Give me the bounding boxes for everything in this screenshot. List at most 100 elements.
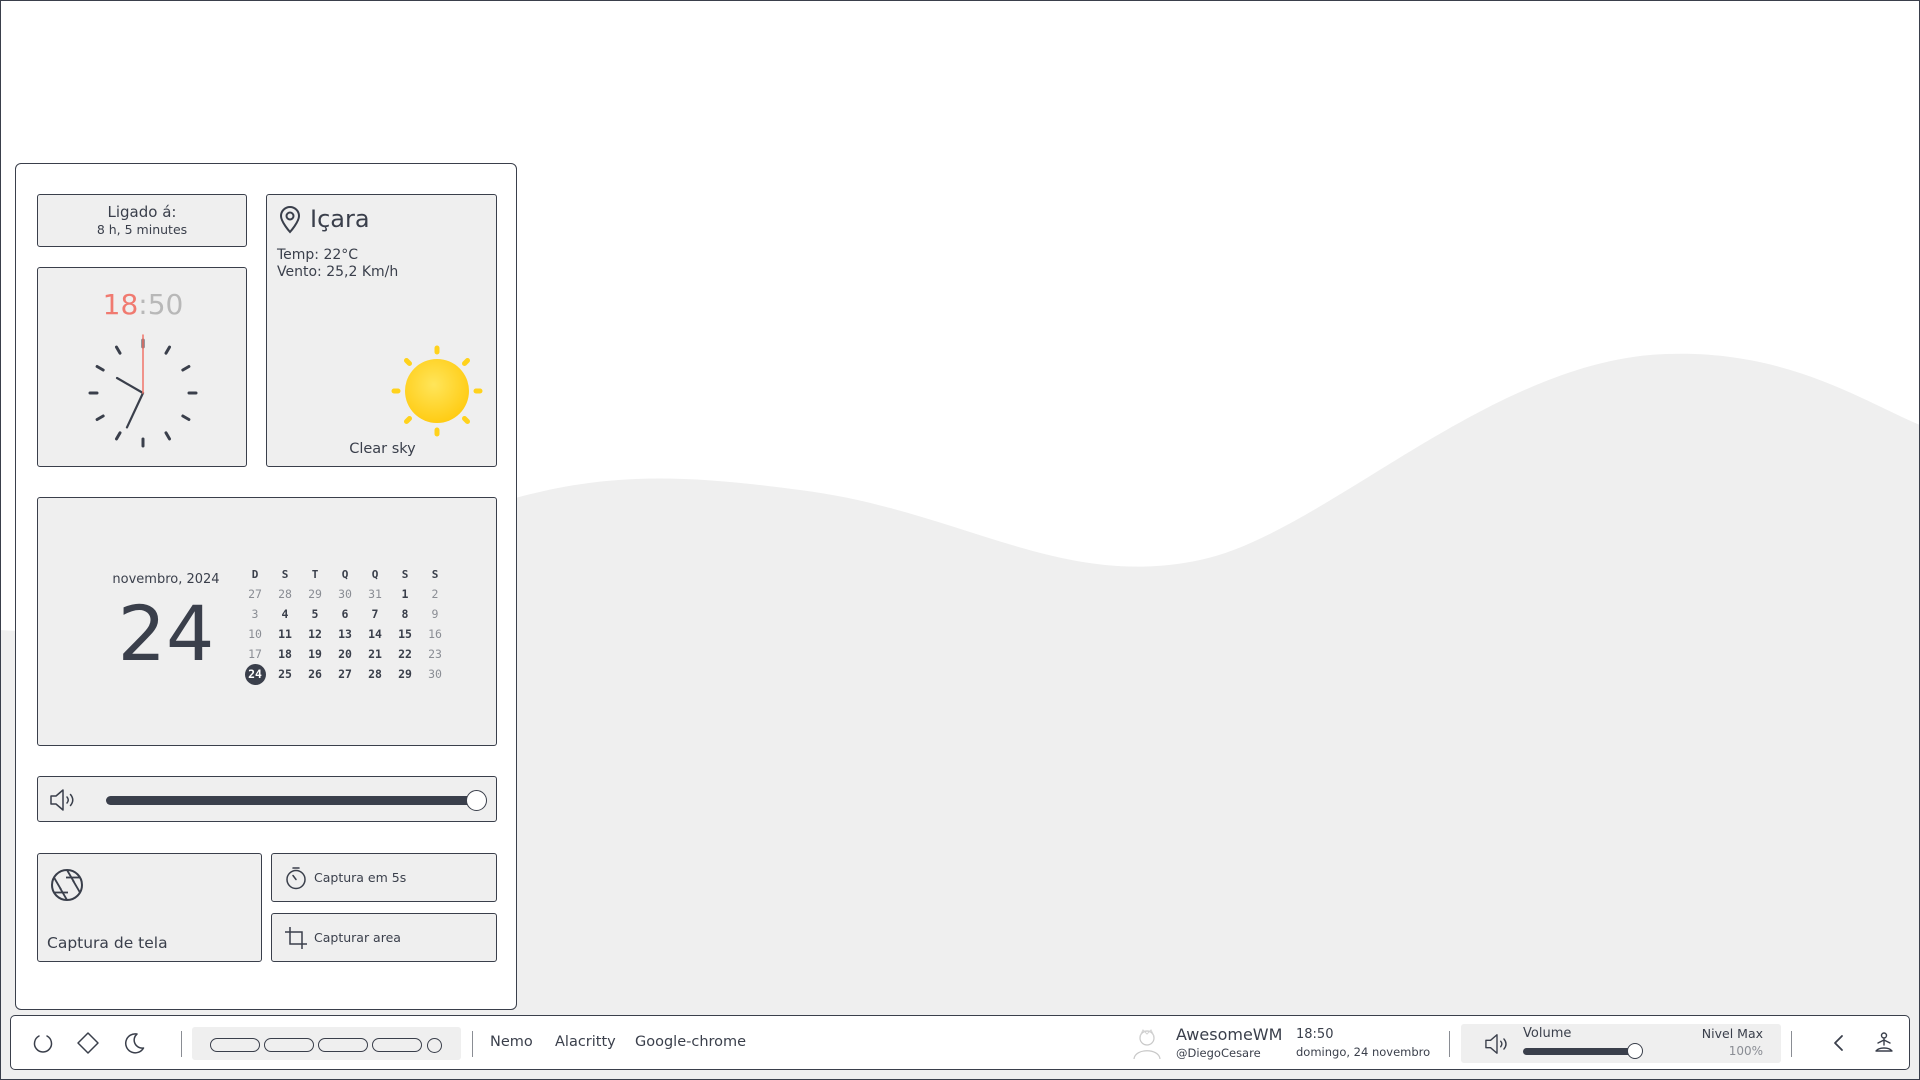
map-pin-icon (279, 206, 301, 234)
screenshot-label: Captura de tela (47, 934, 168, 952)
crop-icon (285, 927, 307, 949)
weather-card: Içara Temp: 22°C Vento: 25,2 Km/h Clear … (266, 194, 497, 467)
clock-tick (164, 345, 171, 355)
calendar-day[interactable]: 29 (300, 587, 330, 601)
calendar-day[interactable]: 18 (270, 647, 300, 661)
calendar-day[interactable]: 10 (240, 627, 270, 641)
minute-hand (115, 376, 145, 395)
workspace-3[interactable] (318, 1038, 368, 1052)
calendar-day[interactable]: 23 (420, 647, 450, 661)
volume-slider[interactable] (106, 790, 487, 811)
clock-separator: : (138, 288, 148, 321)
calendar-day[interactable]: 26 (300, 667, 330, 681)
profile-handle: @DiegoCesare (1176, 1046, 1261, 1060)
calendar-day[interactable]: 9 (420, 607, 450, 621)
calendar-weekday: S (281, 567, 289, 581)
calendar-card: novembro, 2024 24 D S T Q Q S S 27 28 29 30 31 1 2 3 4 5… (37, 497, 497, 746)
calendar-week-row: 24 25 26 27 28 29 30 (240, 663, 450, 685)
uptime-value: 8 h, 5 minutes (96, 222, 188, 237)
calendar-day[interactable]: 6 (330, 607, 360, 621)
calendar-day[interactable]: 1 (390, 587, 420, 601)
calendar-day[interactable]: 27 (330, 667, 360, 681)
calendar-day[interactable]: 11 (270, 627, 300, 641)
calendar-weekday: Q (371, 567, 379, 581)
calendar-weekday-row: DSTQQSS (240, 564, 450, 584)
calendar-day-today[interactable]: 24 (240, 663, 270, 685)
workspace-active[interactable] (427, 1038, 442, 1053)
calendar-day[interactable]: 20 (330, 647, 360, 661)
diamond-icon[interactable] (76, 1031, 100, 1055)
calendar-day[interactable]: 31 (360, 587, 390, 601)
calendar-month-year: novembro, 2024 (112, 572, 220, 587)
calendar-day[interactable]: 19 (300, 647, 330, 661)
taskbar-time: 18:50 (1296, 1027, 1334, 1042)
clock-tick (115, 431, 122, 441)
calendar-day-large: 24 (117, 589, 215, 678)
taskbar-volume-slider[interactable] (1523, 1043, 1643, 1059)
calendar-day[interactable]: 30 (330, 587, 360, 601)
calendar-day[interactable]: 3 (240, 607, 270, 621)
profile-name: AwesomeWM (1176, 1025, 1283, 1044)
task-alacritty[interactable]: Alacritty (555, 1034, 616, 1050)
speaker-icon[interactable] (1483, 1032, 1511, 1056)
screenshot-delay-button[interactable]: Captura em 5s (271, 853, 497, 902)
chevron-left-icon[interactable] (1827, 1031, 1851, 1055)
uptime-card: Ligado á: 8 h, 5 minutes (37, 194, 247, 247)
camera-aperture-icon (51, 869, 83, 901)
clock-tick (181, 414, 191, 421)
calendar-day[interactable]: 15 (390, 627, 420, 641)
calendar-day[interactable]: 22 (390, 647, 420, 661)
clock-card: 18:50 (37, 267, 247, 467)
workspace-4[interactable] (372, 1038, 422, 1052)
avatar-icon[interactable] (1129, 1026, 1165, 1062)
weather-city: Içara (310, 205, 370, 233)
task-google-chrome[interactable]: Google-chrome (635, 1034, 746, 1050)
volume-slider-handle[interactable] (466, 790, 487, 811)
calendar-day[interactable]: 12 (300, 627, 330, 641)
uptime-title: Ligado á: (107, 203, 177, 221)
moon-icon[interactable] (122, 1031, 146, 1055)
clock-tick (115, 345, 122, 355)
calendar-week-row: 10 11 12 13 14 15 16 (240, 624, 450, 644)
bottom-taskbar: Nemo Alacritty Google-chrome AwesomeWM @… (10, 1015, 1910, 1070)
separator (1791, 1031, 1792, 1057)
task-nemo[interactable]: Nemo (490, 1034, 533, 1050)
calendar-day[interactable]: 28 (360, 667, 390, 681)
calendar-day[interactable]: 25 (270, 667, 300, 681)
workspace-1[interactable] (210, 1038, 260, 1052)
clock-tick (95, 414, 105, 421)
calendar-weekday: S (431, 567, 439, 581)
calendar-day[interactable]: 13 (330, 627, 360, 641)
screenshot-delay-label: Captura em 5s (314, 870, 407, 885)
clock-tick (164, 431, 171, 441)
weather-temperature: Temp: 22°C (277, 247, 359, 263)
clock-tick (181, 365, 191, 372)
separator (1449, 1031, 1450, 1057)
calendar-day[interactable]: 30 (420, 667, 450, 681)
calendar-day[interactable]: 8 (390, 607, 420, 621)
power-icon[interactable] (31, 1031, 55, 1055)
calendar-day[interactable]: 17 (240, 647, 270, 661)
calendar-day[interactable]: 28 (270, 587, 300, 601)
meditation-icon[interactable] (1872, 1031, 1896, 1055)
calendar-day[interactable]: 7 (360, 607, 390, 621)
calendar-day[interactable]: 27 (240, 587, 270, 601)
calendar-day[interactable]: 4 (270, 607, 300, 621)
calendar-day[interactable]: 16 (420, 627, 450, 641)
taskbar-volume-slider-handle[interactable] (1627, 1043, 1643, 1059)
calendar-day[interactable]: 29 (390, 667, 420, 681)
capture-area-button[interactable]: Capturar area (271, 913, 497, 962)
weather-description: Clear sky (349, 441, 416, 457)
workspace-switcher (192, 1027, 461, 1060)
calendar-day[interactable]: 21 (360, 647, 390, 661)
speaker-icon[interactable] (48, 787, 78, 813)
calendar-day[interactable]: 5 (300, 607, 330, 621)
calendar-day[interactable]: 2 (420, 587, 450, 601)
screenshot-button[interactable]: Captura de tela (37, 853, 262, 962)
calendar-weekday: Q (341, 567, 349, 581)
calendar-day[interactable]: 14 (360, 627, 390, 641)
workspace-2[interactable] (264, 1038, 314, 1052)
taskbar-volume-percent: 100% (1728, 1044, 1763, 1058)
clock-hours: 18 (102, 288, 139, 321)
digital-clock: 18:50 (38, 288, 248, 321)
